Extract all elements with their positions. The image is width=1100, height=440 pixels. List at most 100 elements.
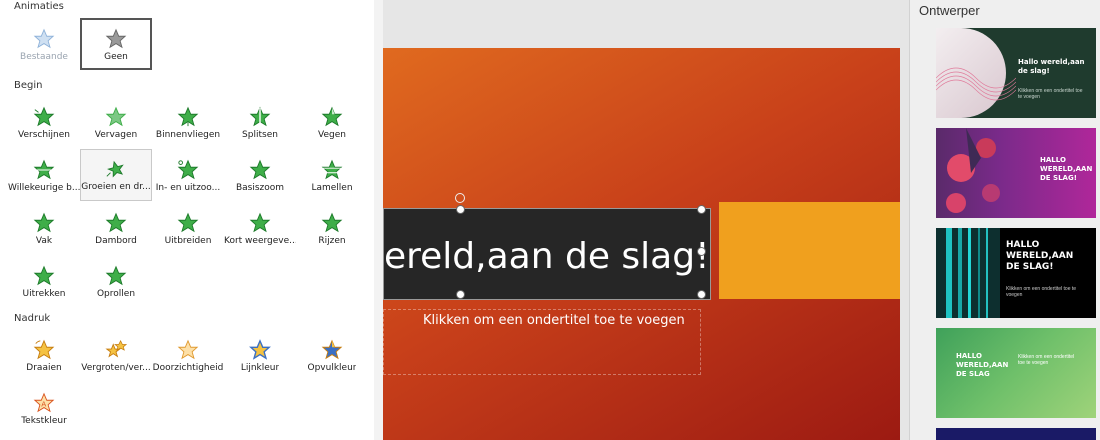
- star-wipe-icon: [321, 106, 343, 127]
- effect-split[interactable]: Splitsen: [224, 98, 296, 148]
- effect-zoom[interactable]: In- en uitzoo...: [152, 151, 224, 201]
- effect-transparency[interactable]: Doorzichtigheid: [152, 331, 224, 381]
- subtitle-prompt[interactable]: Klikken om een ondertitel toe te voegen: [423, 313, 685, 328]
- effect-label: Splitsen: [242, 130, 278, 140]
- effect-line-color[interactable]: Lijnkleur: [224, 331, 296, 381]
- effect-label: Binnenvliegen: [155, 130, 221, 140]
- designer-pane: Ontwerper Hallo wereld,aan de slag! Klik…: [909, 0, 1100, 440]
- star-fill-color-icon: [321, 339, 343, 360]
- effect-stretch[interactable]: Uitrekken: [8, 257, 80, 307]
- design-thumbnail-1[interactable]: Hallo wereld,aan de slag! Klikken om een…: [936, 28, 1096, 118]
- stripes-graphic: [936, 228, 1000, 318]
- effect-label: Draaien: [26, 363, 62, 373]
- thumbnail-subtitle: Klikken om een ondertitel toe te voegen: [1006, 286, 1077, 298]
- thumbnail-subtitle: Klikken om een ondertitel toe te voegen: [1018, 88, 1083, 100]
- star-random-bars-icon: [33, 159, 55, 180]
- effect-basic-zoom[interactable]: Basiszoom: [224, 151, 296, 201]
- effect-fade[interactable]: Vervagen: [80, 98, 152, 148]
- effect-random-bars[interactable]: Willekeurige b...: [8, 151, 80, 201]
- effect-label: Dambord: [95, 236, 137, 246]
- effect-label: Vergroten/ver...: [81, 363, 151, 373]
- star-fade-icon: [105, 106, 127, 127]
- effect-wipe[interactable]: Vegen: [296, 98, 368, 148]
- star-fly-in-icon: [177, 106, 199, 127]
- effect-appear[interactable]: Verschijnen: [8, 98, 80, 148]
- star-basic-zoom-icon: [249, 159, 271, 180]
- resize-handle-top[interactable]: [456, 205, 465, 214]
- slide-canvas[interactable]: ereld,aan de slag! Klikken om een ondert…: [383, 48, 900, 440]
- resize-handle-top-right[interactable]: [697, 205, 706, 214]
- design-thumbnail-4[interactable]: HALLO WERELD,AAN DE SLAG Klikken om een …: [936, 328, 1096, 418]
- effect-spin[interactable]: Draaien: [8, 331, 80, 381]
- wave-graphic: [936, 67, 1016, 101]
- effect-label: Opvulkleur: [307, 363, 357, 373]
- star-transparency-icon: [177, 339, 199, 360]
- resize-handle-bottom[interactable]: [456, 290, 465, 299]
- effect-grow-shrink[interactable]: Vergroten/ver...: [80, 331, 152, 381]
- star-split-icon: [249, 106, 271, 127]
- effect-rise[interactable]: Rijzen: [296, 204, 368, 254]
- star-blinds-icon: [321, 159, 343, 180]
- section-title-emphasis: Nadruk: [14, 313, 51, 324]
- design-thumbnail-5[interactable]: [936, 428, 1096, 440]
- effect-flash[interactable]: Kort weergeve...: [224, 204, 296, 254]
- effect-font-color[interactable]: A Tekstkleur: [8, 384, 80, 434]
- effect-label: Geen: [104, 52, 128, 62]
- effect-label: In- en uitzoo...: [155, 183, 221, 193]
- section-title-begin: Begin: [14, 80, 43, 91]
- effect-checkerboard[interactable]: Dambord: [80, 204, 152, 254]
- thumbnail-title: HALLO WERELD,AAN DE SLAG!: [1006, 240, 1074, 272]
- effect-blinds[interactable]: Lamellen: [296, 151, 368, 201]
- effect-grow-turn[interactable]: Groeien en dr...: [80, 149, 152, 201]
- effect-label: Vervagen: [94, 130, 138, 140]
- effect-expand[interactable]: Uitbreiden: [152, 204, 224, 254]
- slide-title[interactable]: ereld,aan de slag!: [384, 236, 710, 277]
- effect-label: Vegen: [318, 130, 346, 140]
- star-zoom-icon: [177, 159, 199, 180]
- thumbnail-title: HALLO WERELD,AAN DE SLAG: [956, 352, 1009, 378]
- design-thumbnail-2[interactable]: HALLO WERELD,AAN DE SLAG!: [936, 128, 1096, 218]
- effect-box[interactable]: Vak: [8, 204, 80, 254]
- effect-unfold[interactable]: Oprollen: [80, 257, 152, 307]
- star-spin-icon: [33, 339, 55, 360]
- resize-handle-right[interactable]: [697, 247, 706, 256]
- effect-label: Basiszoom: [235, 183, 285, 193]
- effect-fill-color[interactable]: Opvulkleur: [296, 331, 368, 381]
- star-expand-icon: [177, 212, 199, 233]
- effect-label: Kort weergeve...: [224, 236, 296, 246]
- thumbnail-title: Hallo wereld,aan de slag!: [1018, 58, 1085, 75]
- designer-title: Ontwerper: [919, 3, 980, 18]
- design-thumbnail-3[interactable]: HALLO WERELD,AAN DE SLAG! Klikken om een…: [936, 228, 1096, 318]
- flower-graphic: [946, 128, 1000, 213]
- effect-existing[interactable]: Bestaande: [8, 20, 80, 70]
- effect-label: Bestaande: [20, 52, 68, 62]
- star-outline-icon: [33, 28, 55, 49]
- rotate-handle[interactable]: [455, 193, 465, 203]
- effect-none[interactable]: Geen: [80, 18, 152, 70]
- accent-bar: [719, 202, 900, 299]
- resize-handle-bottom-right[interactable]: [697, 290, 706, 299]
- star-flash-icon: [249, 212, 271, 233]
- effect-label: Tekstkleur: [21, 416, 67, 426]
- star-grow-shrink-icon: [105, 340, 127, 358]
- slide-canvas-background: [383, 0, 909, 48]
- effect-label: Doorzichtigheid: [152, 363, 224, 373]
- effect-label: Uitbreiden: [164, 236, 212, 246]
- svg-text:A: A: [41, 400, 46, 409]
- effect-label: Vak: [35, 236, 53, 246]
- thumbnail-subtitle: Klikken om een ondertitel toe te voegen: [1018, 354, 1075, 366]
- star-line-color-icon: [249, 339, 271, 360]
- effect-label: Lijnkleur: [240, 363, 280, 373]
- animation-gallery: Animaties Bestaande Geen Begin Verschijn…: [0, 0, 375, 440]
- star-gray-icon: [105, 28, 127, 49]
- star-appear-icon: [33, 106, 55, 127]
- effect-label: Oprollen: [96, 289, 136, 299]
- effect-label: Willekeurige b...: [8, 183, 80, 193]
- effect-label: Verschijnen: [18, 130, 70, 140]
- star-checkerboard-icon: [105, 212, 127, 233]
- title-placeholder[interactable]: ereld,aan de slag!: [383, 208, 711, 300]
- star-font-color-icon: A: [33, 392, 55, 413]
- star-unfold-icon: [105, 265, 127, 286]
- effect-fly-in[interactable]: Binnenvliegen: [152, 98, 224, 148]
- star-rise-icon: [321, 212, 343, 233]
